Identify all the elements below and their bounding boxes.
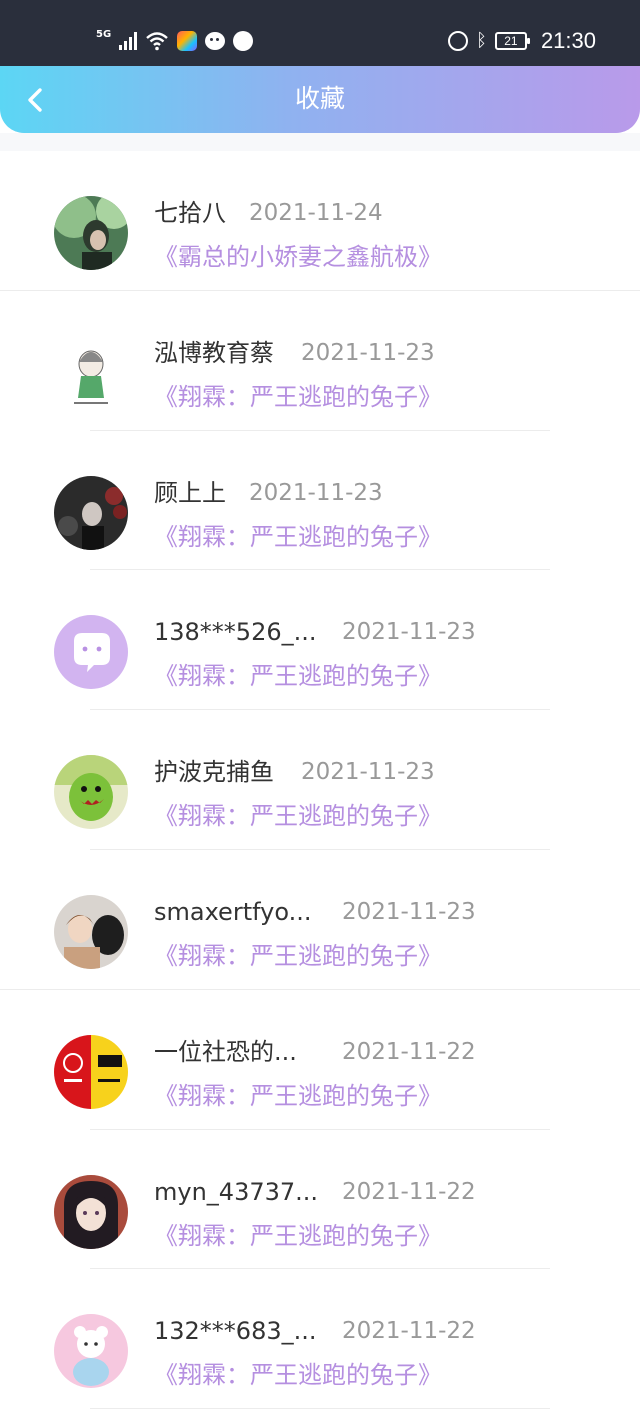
book-title-link[interactable]: 《翔霖：严王逃跑的兔子》 xyxy=(154,382,442,412)
list-item[interactable]: 泓博教育蔡 2021-11-23 《翔霖：严王逃跑的兔子》 xyxy=(0,291,640,431)
date: 2021-11-23 xyxy=(342,619,476,646)
battery-icon: 21 xyxy=(494,32,530,50)
wechat-icon xyxy=(205,32,226,50)
list-item[interactable]: smaxertfyo... 2021-11-23 《翔霖：严王逃跑的兔子》 xyxy=(0,850,640,990)
avatar[interactable] xyxy=(54,615,128,690)
header-spacer xyxy=(0,133,640,151)
date: 2021-11-22 xyxy=(342,1318,476,1345)
avatar[interactable] xyxy=(54,1314,128,1389)
status-left: 5G xyxy=(96,28,254,54)
date: 2021-11-23 xyxy=(301,339,435,366)
divider xyxy=(90,1408,550,1410)
list-item[interactable]: 一位社恐的... 2021-11-22 《翔霖：严王逃跑的兔子》 xyxy=(0,990,640,1130)
avatar[interactable] xyxy=(54,1034,128,1109)
avatar[interactable] xyxy=(54,335,128,410)
browser-icon xyxy=(233,31,254,51)
list-item[interactable]: 138***526_... 2021-11-23 《翔霖：严王逃跑的兔子》 xyxy=(0,570,640,711)
book-title-link[interactable]: 《翔霖：严王逃跑的兔子》 xyxy=(154,1360,442,1390)
network-type: 5G xyxy=(96,29,112,40)
username: 138***526_... xyxy=(154,618,317,647)
username: myn_43737... xyxy=(154,1177,319,1206)
list-item[interactable]: 七拾八 2021-11-24 《霸总的小娇妻之鑫航极》 xyxy=(0,151,640,291)
book-title-link[interactable]: 《霸总的小娇妻之鑫航极》 xyxy=(154,242,442,272)
book-title-link[interactable]: 《翔霖：严王逃跑的兔子》 xyxy=(154,1221,442,1251)
username: 泓博教育蔡 xyxy=(154,338,274,367)
avatar[interactable] xyxy=(54,475,128,550)
page-title: 收藏 xyxy=(294,84,345,113)
username: 一位社恐的... xyxy=(154,1037,297,1066)
date: 2021-11-23 xyxy=(301,759,435,786)
list-item[interactable]: 132***683_... 2021-11-22 《翔霖：严王逃跑的兔子》 xyxy=(0,1269,640,1410)
username: 顾上上 xyxy=(154,478,226,507)
app-header: 收藏 xyxy=(0,66,640,133)
username: 七拾八 xyxy=(154,199,226,227)
username: 132***683_... xyxy=(154,1317,317,1346)
book-title-link[interactable]: 《翔霖：严王逃跑的兔子》 xyxy=(154,522,442,552)
clock: 21:30 xyxy=(540,28,596,53)
username: smaxertfyo... xyxy=(154,897,312,926)
book-title-link[interactable]: 《翔霖：严王逃跑的兔子》 xyxy=(154,801,442,831)
username: 护波克捕鱼 xyxy=(154,758,274,787)
book-title-link[interactable]: 《翔霖：严王逃跑的兔子》 xyxy=(154,941,442,971)
bluetooth-icon: ᛒ xyxy=(476,30,487,51)
list-item[interactable]: 顾上上 2021-11-23 《翔霖：严王逃跑的兔子》 xyxy=(0,431,640,571)
signal-icon xyxy=(119,32,138,50)
avatar[interactable] xyxy=(54,1174,128,1249)
app-notification-icon xyxy=(177,31,198,51)
wifi-icon xyxy=(146,32,168,51)
avatar[interactable] xyxy=(54,755,128,830)
alarm-icon xyxy=(448,31,469,51)
date: 2021-11-22 xyxy=(342,1178,476,1205)
date: 2021-11-23 xyxy=(342,898,476,925)
date: 2021-11-23 xyxy=(249,479,383,506)
favorites-list: 七拾八 2021-11-24 《霸总的小娇妻之鑫航极》 泓博教育蔡 2021-1… xyxy=(0,151,640,1410)
avatar[interactable] xyxy=(54,196,128,270)
list-item[interactable]: 护波克捕鱼 2021-11-23 《翔霖：严王逃跑的兔子》 xyxy=(0,710,640,850)
book-title-link[interactable]: 《翔霖：严王逃跑的兔子》 xyxy=(154,661,442,691)
status-right: ᛒ 21 21:30 xyxy=(448,28,596,54)
avatar[interactable] xyxy=(54,894,128,969)
list-item[interactable]: myn_43737... 2021-11-22 《翔霖：严王逃跑的兔子》 xyxy=(0,1130,640,1270)
book-title-link[interactable]: 《翔霖：严王逃跑的兔子》 xyxy=(154,1081,442,1111)
date: 2021-11-22 xyxy=(342,1038,476,1065)
date: 2021-11-24 xyxy=(249,200,383,226)
